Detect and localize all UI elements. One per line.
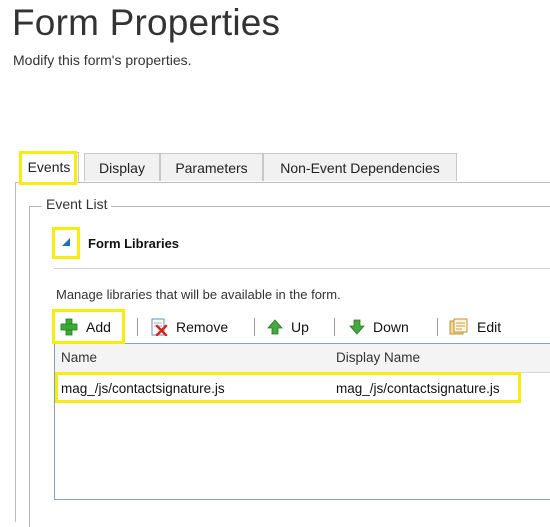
plus-icon bbox=[60, 318, 78, 336]
page-title: Form Properties bbox=[12, 2, 281, 43]
up-arrow-icon bbox=[267, 319, 283, 335]
tab-parameters[interactable]: Parameters bbox=[160, 153, 263, 181]
down-label: Down bbox=[373, 319, 409, 335]
remove-label: Remove bbox=[176, 319, 229, 335]
toolbar-separator bbox=[334, 318, 335, 336]
tab-display[interactable]: Display bbox=[84, 153, 160, 181]
edit-button[interactable]: Edit bbox=[449, 316, 501, 338]
tab-strip: Events Display Parameters Non-Event Depe… bbox=[15, 152, 550, 183]
column-header-name[interactable]: Name bbox=[61, 344, 97, 372]
library-toolbar: Add Remove Up Down Edit bbox=[53, 310, 550, 344]
libraries-grid: Name Display Name mag_/js/contactsignatu… bbox=[54, 343, 550, 500]
down-button[interactable]: Down bbox=[349, 316, 409, 338]
cell-display-name: mag_/js/contactsignature.js bbox=[336, 381, 500, 396]
add-button[interactable]: Add bbox=[60, 316, 111, 338]
toolbar-separator bbox=[437, 318, 438, 336]
tab-label: Display bbox=[99, 160, 145, 176]
up-label: Up bbox=[291, 319, 309, 335]
tab-label: Non-Event Dependencies bbox=[280, 160, 440, 176]
edit-label: Edit bbox=[477, 319, 502, 335]
toolbar-separator bbox=[137, 318, 138, 336]
add-label: Add bbox=[86, 319, 111, 335]
collapse-triangle-icon[interactable] bbox=[54, 228, 78, 256]
remove-icon bbox=[150, 318, 168, 336]
section-divider bbox=[54, 268, 550, 269]
edit-icon bbox=[449, 318, 469, 336]
grid-header: Name Display Name bbox=[55, 344, 550, 373]
tab-events[interactable]: Events bbox=[19, 152, 79, 182]
up-button[interactable]: Up bbox=[267, 316, 309, 338]
section-title: Form Libraries bbox=[88, 236, 180, 251]
column-header-display-name[interactable]: Display Name bbox=[336, 344, 420, 372]
tab-label: Events bbox=[27, 159, 71, 175]
cell-name: mag_/js/contactsignature.js bbox=[61, 381, 225, 396]
event-list-legend: Event List bbox=[42, 196, 112, 212]
toolbar-separator bbox=[254, 318, 255, 336]
tab-label: Parameters bbox=[175, 160, 248, 176]
tab-non-event-dependencies[interactable]: Non-Event Dependencies bbox=[263, 153, 457, 181]
section-description: Manage libraries that will be available … bbox=[56, 287, 341, 302]
page-subtitle: Modify this form's properties. bbox=[13, 52, 192, 68]
remove-button[interactable]: Remove bbox=[150, 316, 228, 338]
down-arrow-icon bbox=[349, 319, 365, 335]
table-row[interactable]: mag_/js/contactsignature.js mag_/js/cont… bbox=[55, 376, 550, 402]
